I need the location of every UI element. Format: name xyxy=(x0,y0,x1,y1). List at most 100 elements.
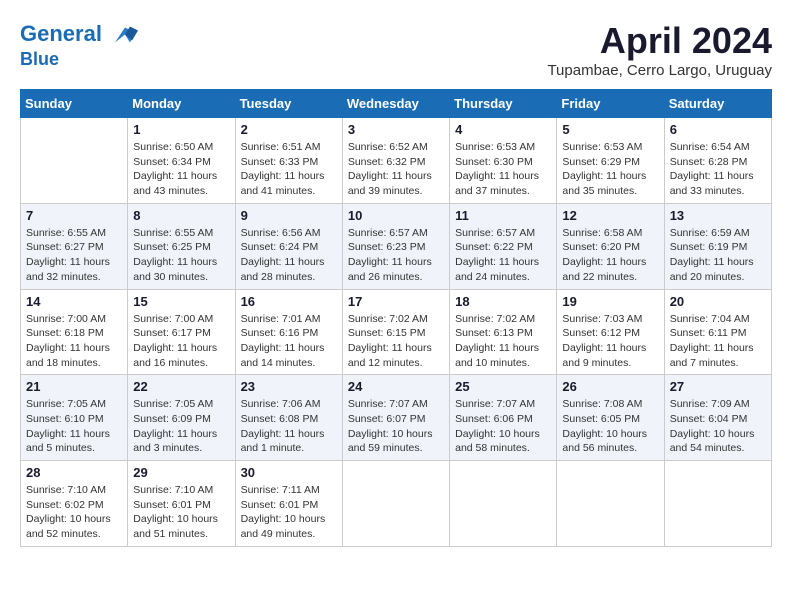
day-number: 5 xyxy=(562,122,658,137)
calendar-cell: 15Sunrise: 7:00 AMSunset: 6:17 PMDayligh… xyxy=(128,289,235,375)
calendar-body: 1Sunrise: 6:50 AMSunset: 6:34 PMDaylight… xyxy=(21,118,772,547)
calendar-cell: 6 Sunrise: 6:54 AMSunset: 6:28 PMDaylight… xyxy=(664,118,771,204)
day-number: 29 xyxy=(133,465,229,480)
day-number: 6 xyxy=(670,122,766,137)
calendar-cell: 5 Sunrise: 6:53 AMSunset: 6:29 PMDaylight… xyxy=(557,118,664,204)
day-info: Sunrise: 6:55 AMSunset: 6:25 PMDaylight:… xyxy=(133,226,229,285)
day-number: 12 xyxy=(562,208,658,223)
calendar-cell: 10 Sunrise: 6:57 AMSunset: 6:23 PMDayligh… xyxy=(342,203,449,289)
weekday-header-sunday: Sunday xyxy=(21,90,128,118)
calendar-cell: 8 Sunrise: 6:55 AMSunset: 6:25 PMDaylight… xyxy=(128,203,235,289)
calendar-cell xyxy=(21,118,128,204)
week-row-2: 7Sunrise: 6:55 AMSunset: 6:27 PMDaylight… xyxy=(21,203,772,289)
day-number: 25 xyxy=(455,379,551,394)
day-number: 28 xyxy=(26,465,122,480)
day-number: 23 xyxy=(241,379,337,394)
day-info: Sunrise: 6:51 AMSunset: 6:33 PMDaylight:… xyxy=(241,140,337,199)
calendar-cell: 28Sunrise: 7:10 AMSunset: 6:02 PMDayligh… xyxy=(21,461,128,547)
day-number: 8 xyxy=(133,208,229,223)
calendar-cell: 17Sunrise: 7:02 AMSunset: 6:15 PMDayligh… xyxy=(342,289,449,375)
day-info: Sunrise: 6:50 AMSunset: 6:34 PMDaylight:… xyxy=(133,140,229,199)
day-number: 22 xyxy=(133,379,229,394)
calendar-cell: 14 Sunrise: 7:00 AMSunset: 6:18 PMDayligh… xyxy=(21,289,128,375)
day-info: Sunrise: 7:04 AMSunset: 6:11 PMDaylight:… xyxy=(670,312,766,371)
title-area: April 2024 Tupambae, Cerro Largo, Urugua… xyxy=(547,20,772,79)
day-number: 18 xyxy=(455,294,551,309)
calendar-cell xyxy=(450,461,557,547)
calendar-cell: 24 Sunrise: 7:07 AMSunset: 6:07 PMDayligh… xyxy=(342,375,449,461)
logo-general: General xyxy=(20,21,102,46)
calendar-cell: 13 Sunrise: 6:59 AMSunset: 6:19 PMDayligh… xyxy=(664,203,771,289)
week-row-1: 1Sunrise: 6:50 AMSunset: 6:34 PMDaylight… xyxy=(21,118,772,204)
day-info: Sunrise: 6:53 AMSunset: 6:30 PMDaylight:… xyxy=(455,140,551,199)
day-info: Sunrise: 6:52 AMSunset: 6:32 PMDaylight:… xyxy=(348,140,444,199)
day-info: Sunrise: 7:07 AMSunset: 6:06 PMDaylight:… xyxy=(455,397,551,456)
day-info: Sunrise: 6:53 AMSunset: 6:29 PMDaylight:… xyxy=(562,140,658,199)
day-number: 16 xyxy=(241,294,337,309)
day-info: Sunrise: 7:11 AMSunset: 6:01 PMDaylight:… xyxy=(241,483,337,542)
calendar-cell: 26Sunrise: 7:08 AMSunset: 6:05 PMDayligh… xyxy=(557,375,664,461)
day-info: Sunrise: 7:09 AMSunset: 6:04 PMDaylight:… xyxy=(670,397,766,456)
calendar-cell: 29 Sunrise: 7:10 AMSunset: 6:01 PMDayligh… xyxy=(128,461,235,547)
logo-text: General xyxy=(20,20,140,50)
weekday-header-row: SundayMondayTuesdayWednesdayThursdayFrid… xyxy=(21,90,772,118)
day-info: Sunrise: 7:03 AMSunset: 6:12 PMDaylight:… xyxy=(562,312,658,371)
day-info: Sunrise: 7:01 AMSunset: 6:16 PMDaylight:… xyxy=(241,312,337,371)
day-number: 2 xyxy=(241,122,337,137)
day-info: Sunrise: 7:00 AMSunset: 6:17 PMDaylight:… xyxy=(133,312,229,371)
day-info: Sunrise: 7:05 AMSunset: 6:10 PMDaylight:… xyxy=(26,397,122,456)
calendar-cell: 3Sunrise: 6:52 AMSunset: 6:32 PMDaylight… xyxy=(342,118,449,204)
day-number: 19 xyxy=(562,294,658,309)
calendar-table: SundayMondayTuesdayWednesdayThursdayFrid… xyxy=(20,89,772,547)
logo-bird-icon xyxy=(110,20,140,50)
weekday-header-monday: Monday xyxy=(128,90,235,118)
calendar-cell: 12 Sunrise: 6:58 AMSunset: 6:20 PMDayligh… xyxy=(557,203,664,289)
weekday-header-thursday: Thursday xyxy=(450,90,557,118)
day-info: Sunrise: 6:58 AMSunset: 6:20 PMDaylight:… xyxy=(562,226,658,285)
day-info: Sunrise: 7:00 AMSunset: 6:18 PMDaylight:… xyxy=(26,312,122,371)
day-info: Sunrise: 7:08 AMSunset: 6:05 PMDaylight:… xyxy=(562,397,658,456)
day-number: 17 xyxy=(348,294,444,309)
day-info: Sunrise: 6:57 AMSunset: 6:23 PMDaylight:… xyxy=(348,226,444,285)
weekday-header-tuesday: Tuesday xyxy=(235,90,342,118)
calendar-cell: 1Sunrise: 6:50 AMSunset: 6:34 PMDaylight… xyxy=(128,118,235,204)
week-row-5: 28Sunrise: 7:10 AMSunset: 6:02 PMDayligh… xyxy=(21,461,772,547)
month-title: April 2024 xyxy=(547,20,772,62)
day-info: Sunrise: 6:56 AMSunset: 6:24 PMDaylight:… xyxy=(241,226,337,285)
calendar-cell: 16 Sunrise: 7:01 AMSunset: 6:16 PMDayligh… xyxy=(235,289,342,375)
calendar-cell: 27Sunrise: 7:09 AMSunset: 6:04 PMDayligh… xyxy=(664,375,771,461)
day-info: Sunrise: 6:59 AMSunset: 6:19 PMDaylight:… xyxy=(670,226,766,285)
calendar-cell: 4Sunrise: 6:53 AMSunset: 6:30 PMDaylight… xyxy=(450,118,557,204)
calendar-cell: 19 Sunrise: 7:03 AMSunset: 6:12 PMDayligh… xyxy=(557,289,664,375)
day-number: 14 xyxy=(26,294,122,309)
day-number: 20 xyxy=(670,294,766,309)
week-row-4: 21 Sunrise: 7:05 AMSunset: 6:10 PMDayligh… xyxy=(21,375,772,461)
calendar-cell: 20 Sunrise: 7:04 AMSunset: 6:11 PMDayligh… xyxy=(664,289,771,375)
day-info: Sunrise: 7:02 AMSunset: 6:13 PMDaylight:… xyxy=(455,312,551,371)
weekday-header-wednesday: Wednesday xyxy=(342,90,449,118)
day-number: 30 xyxy=(241,465,337,480)
calendar-cell: 22Sunrise: 7:05 AMSunset: 6:09 PMDayligh… xyxy=(128,375,235,461)
calendar-cell xyxy=(557,461,664,547)
calendar-cell: 2 Sunrise: 6:51 AMSunset: 6:33 PMDaylight… xyxy=(235,118,342,204)
weekday-header-friday: Friday xyxy=(557,90,664,118)
page-header: General Blue April 2024 Tupambae, Cerro … xyxy=(20,20,772,79)
calendar-cell: 30 Sunrise: 7:11 AMSunset: 6:01 PMDayligh… xyxy=(235,461,342,547)
day-number: 10 xyxy=(348,208,444,223)
weekday-header-saturday: Saturday xyxy=(664,90,771,118)
day-number: 21 xyxy=(26,379,122,394)
day-number: 24 xyxy=(348,379,444,394)
calendar-cell: 9 Sunrise: 6:56 AMSunset: 6:24 PMDaylight… xyxy=(235,203,342,289)
calendar-cell: 23Sunrise: 7:06 AMSunset: 6:08 PMDayligh… xyxy=(235,375,342,461)
calendar-cell: 11Sunrise: 6:57 AMSunset: 6:22 PMDayligh… xyxy=(450,203,557,289)
week-row-3: 14 Sunrise: 7:00 AMSunset: 6:18 PMDayligh… xyxy=(21,289,772,375)
day-number: 9 xyxy=(241,208,337,223)
day-info: Sunrise: 7:07 AMSunset: 6:07 PMDaylight:… xyxy=(348,397,444,456)
calendar-cell: 25 Sunrise: 7:07 AMSunset: 6:06 PMDayligh… xyxy=(450,375,557,461)
logo-blue: Blue xyxy=(20,50,140,70)
day-info: Sunrise: 7:10 AMSunset: 6:01 PMDaylight:… xyxy=(133,483,229,542)
day-number: 13 xyxy=(670,208,766,223)
logo: General Blue xyxy=(20,20,140,70)
day-info: Sunrise: 6:54 AMSunset: 6:28 PMDaylight:… xyxy=(670,140,766,199)
calendar-cell xyxy=(342,461,449,547)
